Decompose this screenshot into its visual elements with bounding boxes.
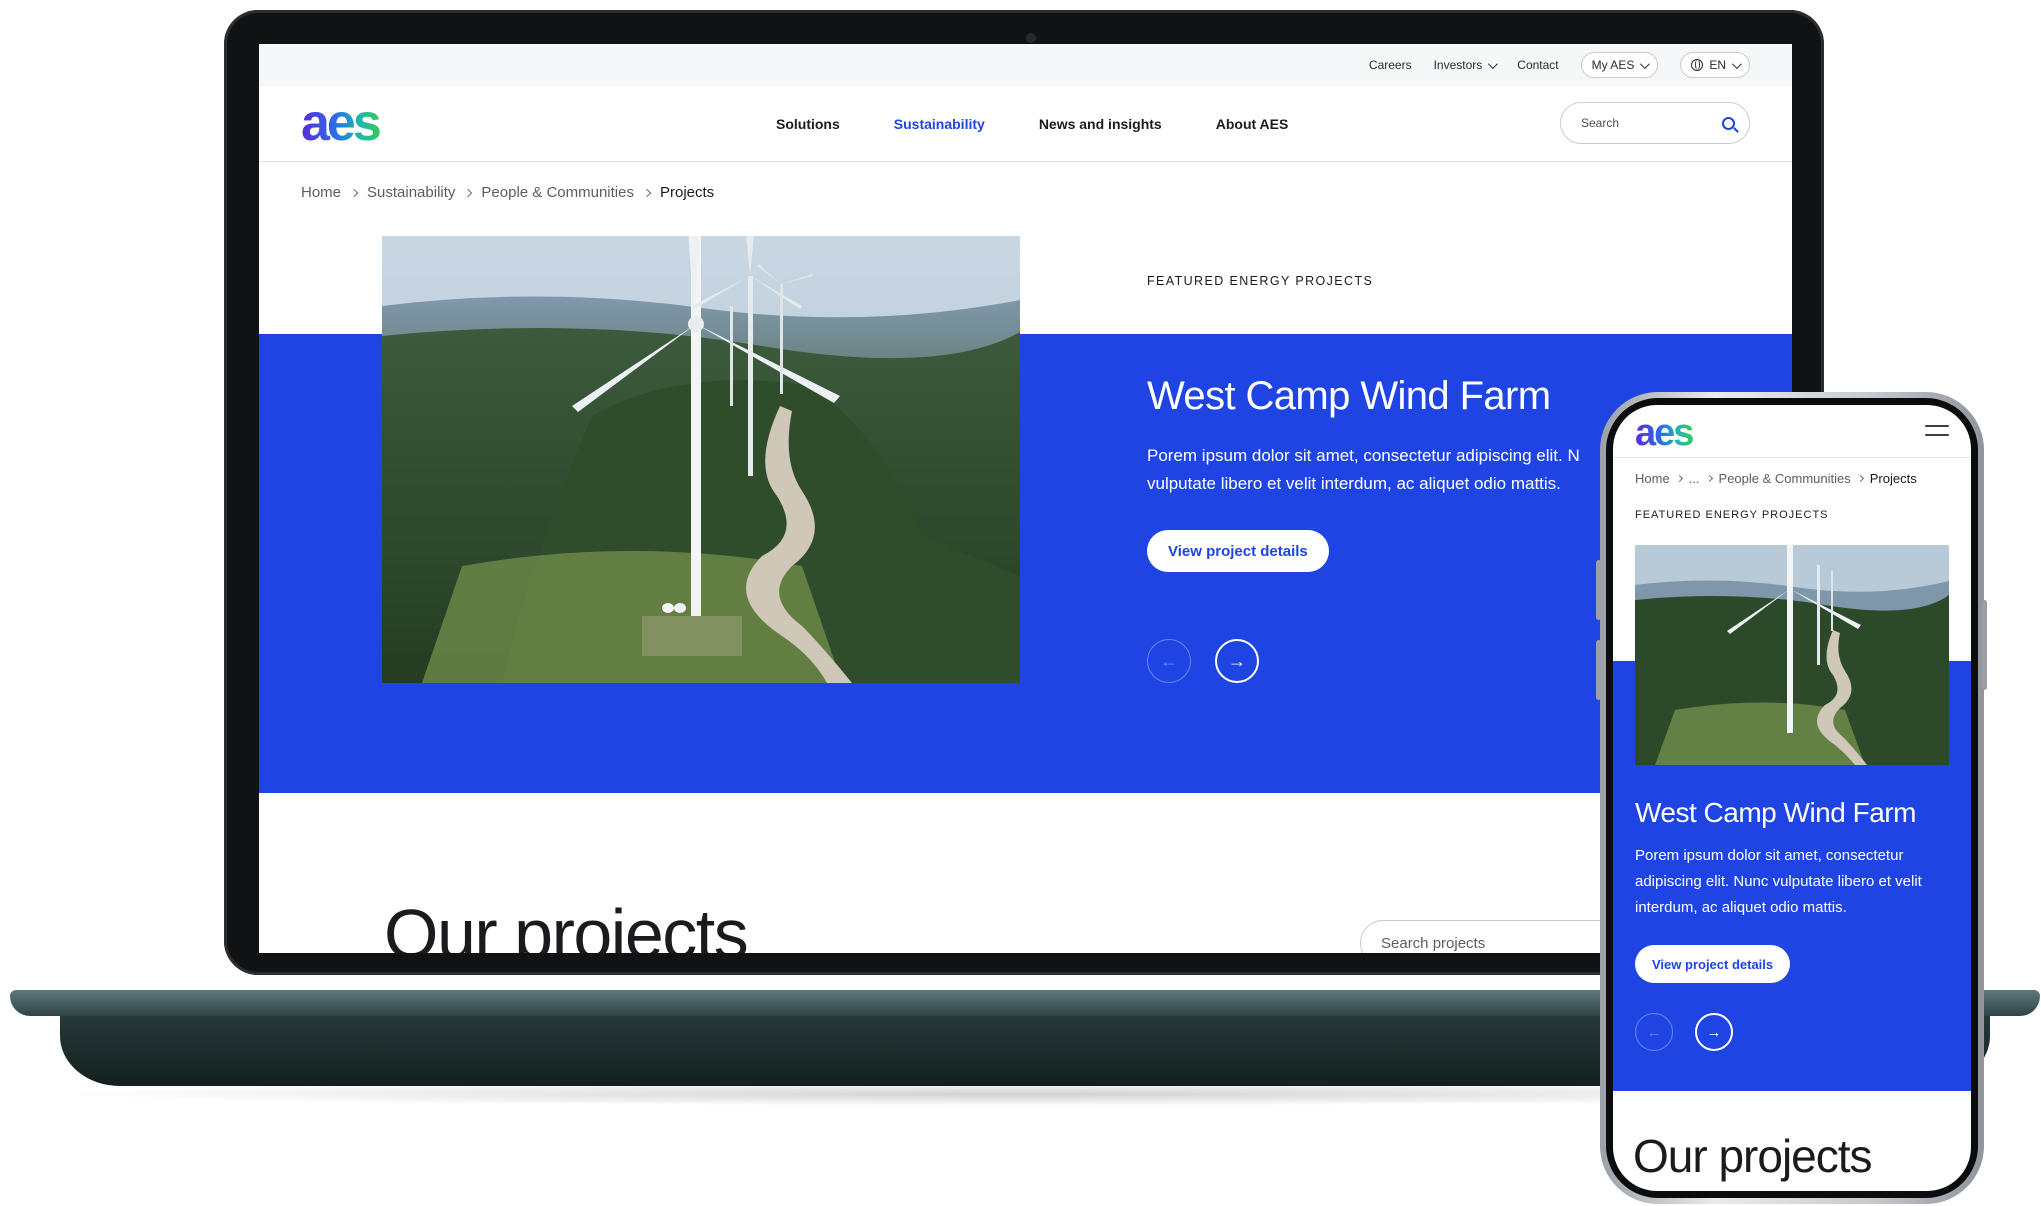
search-icon[interactable] <box>1722 116 1735 130</box>
carousel-prev-button[interactable]: ← <box>1635 1013 1673 1051</box>
arrow-right-icon: → <box>1706 1023 1722 1041</box>
hero-title: West Camp Wind Farm <box>1147 374 1551 418</box>
view-project-details-button[interactable]: View project details <box>1635 945 1791 983</box>
phone-power-button <box>1982 600 1987 690</box>
contact-link[interactable]: Contact <box>1517 58 1558 72</box>
chevron-right-icon <box>642 188 652 197</box>
globe-icon <box>1691 59 1704 71</box>
language-label: EN <box>1709 58 1726 72</box>
phone-volume-button <box>1596 560 1601 620</box>
hero-description: Porem ipsum dolor sit amet, consectetur … <box>1635 847 1922 916</box>
chevron-right-icon <box>1705 474 1713 483</box>
wind-turbine-image <box>382 236 1020 683</box>
phone-volume-button <box>1596 640 1601 700</box>
chevron-right-icon <box>464 188 473 197</box>
chevron-right-icon <box>1675 474 1683 483</box>
breadcrumb-home[interactable]: Home <box>301 184 341 201</box>
breadcrumb-projects: Projects <box>1869 471 1917 486</box>
desktop-site: Careers Investors Contact My AES EN aes … <box>259 44 1792 953</box>
header-divider <box>1613 457 1971 458</box>
nav-news-and-insights[interactable]: News and insights <box>1039 116 1162 132</box>
laptop-camera <box>1026 33 1036 43</box>
chevron-right-icon <box>349 188 359 197</box>
breadcrumb-sustainability[interactable]: Sustainability <box>367 184 455 201</box>
our-projects-heading: Our projects <box>1633 1130 1873 1182</box>
arrow-left-icon: ← <box>1160 650 1178 671</box>
breadcrumb-projects: Projects <box>659 184 715 201</box>
arrow-left-icon: ← <box>1646 1023 1662 1041</box>
main-header: aes Solutions Sustainability News and in… <box>259 86 1792 162</box>
site-search-input[interactable]: Search <box>1560 102 1750 144</box>
my-aes-label: My AES <box>1591 58 1635 72</box>
our-projects-heading: Our projects <box>384 895 749 953</box>
breadcrumb-ellipsis[interactable]: ... <box>1689 471 1700 486</box>
featured-eyebrow: FEATURED ENERGY PROJECTS <box>1147 274 1374 288</box>
breadcrumb: Home Sustainability People & Communities… <box>301 184 714 201</box>
hero-title: West Camp Wind Farm <box>1635 797 1916 828</box>
nav-about-aes[interactable]: About AES <box>1216 116 1289 132</box>
nav-sustainability[interactable]: Sustainability <box>894 116 985 132</box>
view-project-details-button[interactable]: View project details <box>1147 530 1329 572</box>
search-projects-placeholder: Search projects <box>1381 934 1486 952</box>
my-aes-dropdown[interactable]: My AES <box>1580 52 1659 78</box>
carousel-prev-button[interactable]: ← <box>1147 639 1191 683</box>
arrow-right-icon: → <box>1228 650 1246 671</box>
wind-farm-photo <box>1635 545 1949 765</box>
utility-nav: Careers Investors Contact My AES EN <box>259 44 1792 86</box>
svg-text:aes: aes <box>301 100 380 148</box>
hero-description: Porem ipsum dolor sit amet, consectetur … <box>1147 446 1580 493</box>
hamburger-menu-icon[interactable] <box>1925 425 1949 443</box>
chevron-down-icon <box>1640 58 1651 69</box>
search-placeholder: Search <box>1581 116 1620 130</box>
wind-turbine-image <box>1635 545 1949 765</box>
investors-menu[interactable]: Investors <box>1433 58 1499 72</box>
investors-label: Investors <box>1433 58 1483 72</box>
mobile-site: aes Home ... People & Communities Projec… <box>1613 405 1971 1191</box>
breadcrumb: Home ... People & Communities Projects <box>1635 471 1917 486</box>
chevron-down-icon <box>1488 58 1499 69</box>
breadcrumb-home[interactable]: Home <box>1635 471 1670 486</box>
carousel-next-button[interactable]: → <box>1695 1013 1733 1051</box>
aes-logo-mark: aes <box>301 94 383 152</box>
featured-eyebrow: FEATURED ENERGY PROJECTS <box>1635 509 1829 521</box>
careers-link[interactable]: Careers <box>1369 58 1412 72</box>
carousel-next-button[interactable]: → <box>1215 639 1259 683</box>
breadcrumb-people-communities[interactable]: People & Communities <box>1719 471 1851 486</box>
breadcrumb-people-communities[interactable]: People & Communities <box>481 184 634 201</box>
aes-logo[interactable]: aes <box>301 94 405 153</box>
aes-logo[interactable]: aes <box>1635 412 1705 456</box>
chevron-right-icon <box>1856 474 1864 483</box>
chevron-down-icon <box>1731 58 1742 69</box>
svg-text:aes: aes <box>1635 415 1693 451</box>
nav-solutions[interactable]: Solutions <box>776 116 840 132</box>
primary-nav: Solutions Sustainability News and insigh… <box>776 86 1288 162</box>
aes-logo-mark: aes <box>1635 412 1695 454</box>
language-dropdown[interactable]: EN <box>1680 52 1750 78</box>
wind-farm-photo <box>382 236 1020 683</box>
